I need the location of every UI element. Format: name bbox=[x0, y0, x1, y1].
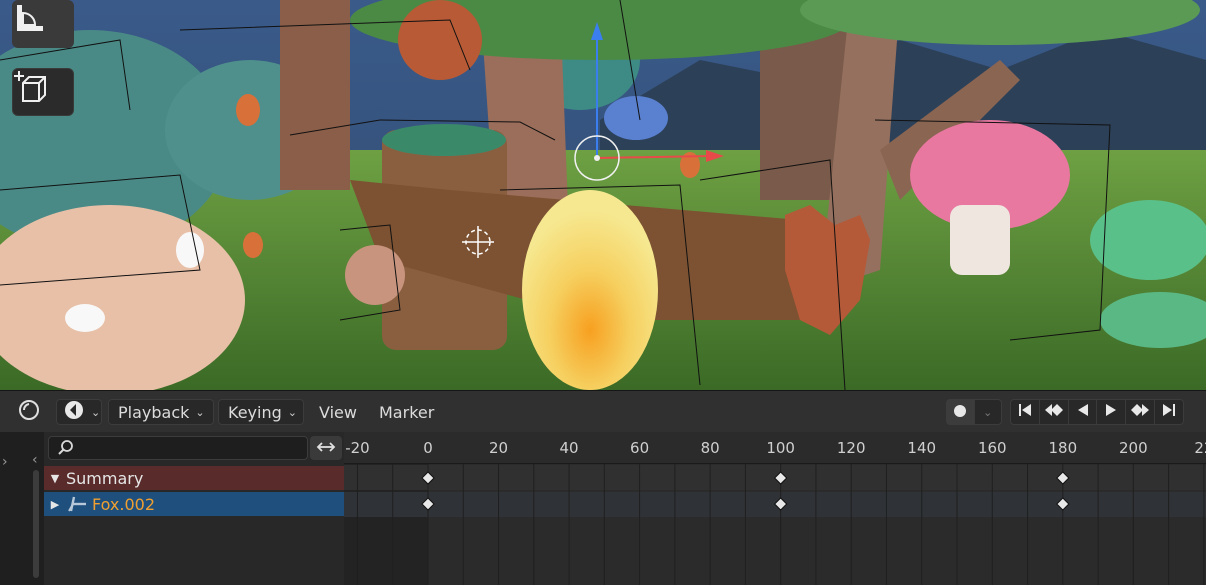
frame-tick-label: 140 bbox=[907, 439, 937, 457]
frame-tick-label: 80 bbox=[700, 439, 720, 457]
mode-selector[interactable]: ⌄ bbox=[56, 399, 102, 425]
record-dot-icon bbox=[953, 403, 967, 422]
frame-tick-label: 60 bbox=[630, 439, 650, 457]
region-toggle-strip: › ‹ bbox=[0, 432, 44, 585]
chevron-down-icon: ⌄ bbox=[195, 405, 205, 419]
marker-menu[interactable]: Marker bbox=[370, 399, 442, 425]
record-button[interactable] bbox=[947, 400, 975, 424]
view-menu[interactable]: View bbox=[310, 399, 366, 425]
dopesheet-clock-icon bbox=[18, 399, 40, 425]
frame-tick-label: 20 bbox=[488, 439, 509, 457]
3d-viewport[interactable] bbox=[0, 0, 1206, 390]
expand-right-icon[interactable]: ▶ bbox=[44, 498, 66, 511]
chevron-down-icon: ⌄ bbox=[91, 405, 101, 419]
view-menu-label: View bbox=[319, 402, 357, 422]
jump-end-button[interactable] bbox=[1155, 400, 1183, 424]
jump-start-icon bbox=[1017, 402, 1033, 422]
add-cube-tool-button[interactable] bbox=[12, 68, 74, 116]
frame-tick-label: 160 bbox=[977, 439, 1007, 457]
frame-tick-label: 40 bbox=[559, 439, 579, 457]
play-reverse-icon bbox=[1075, 402, 1091, 422]
viewport-scene bbox=[0, 0, 1206, 390]
jump-prev-keyframe-icon bbox=[1044, 402, 1064, 422]
playback-menu-label: Playback bbox=[118, 402, 190, 422]
search-icon bbox=[57, 439, 75, 461]
jump-end-icon bbox=[1161, 402, 1177, 422]
marker-menu-label: Marker bbox=[379, 402, 435, 422]
armature-icon bbox=[66, 495, 92, 513]
jump-next-keyframe-icon bbox=[1130, 402, 1150, 422]
action-mode-icon bbox=[63, 399, 85, 425]
object-label: Fox.002 bbox=[92, 494, 156, 514]
channel-object-row[interactable]: ▶ Fox.002 bbox=[44, 492, 344, 516]
jump-prev-keyframe-button[interactable] bbox=[1040, 400, 1069, 424]
swap-arrows-icon bbox=[315, 439, 337, 458]
chevron-down-icon: ⌄ bbox=[287, 405, 297, 419]
frame-tick-label: 120 bbox=[836, 439, 866, 457]
keyframe-grid bbox=[344, 464, 1206, 585]
channel-search-field[interactable] bbox=[48, 436, 308, 460]
channel-summary-row[interactable]: ▼ Summary bbox=[44, 466, 344, 490]
channel-scrollbar[interactable] bbox=[33, 470, 39, 578]
keying-menu[interactable]: Keying ⌄ bbox=[218, 399, 304, 425]
summary-label: Summary bbox=[66, 468, 144, 488]
frame-tick-label: -20 bbox=[345, 439, 370, 457]
frame-ruler[interactable]: -20 0 20 40 60 80 100 120 140 160 180 200 22 bbox=[344, 432, 1206, 464]
frame-tick-label: 100 bbox=[766, 439, 795, 457]
jump-next-keyframe-button[interactable] bbox=[1126, 400, 1156, 424]
frame-tick-label: 200 bbox=[1119, 439, 1148, 457]
frame-tick-label: 180 bbox=[1048, 439, 1078, 457]
play-reverse-button[interactable] bbox=[1069, 400, 1098, 424]
frame-tick-label: 22 bbox=[1194, 439, 1206, 457]
frame-tick-label: 0 bbox=[423, 439, 433, 457]
chevron-left-icon[interactable]: ‹ bbox=[32, 452, 38, 468]
chevron-down-icon: ⌄ bbox=[983, 405, 993, 419]
dopesheet-area[interactable] bbox=[344, 464, 1206, 585]
editor-type-button[interactable] bbox=[16, 399, 42, 425]
expand-down-icon[interactable]: ▼ bbox=[44, 472, 66, 485]
timeline-header: ⌄ Playback ⌄ Keying ⌄ View Marker ⌄ bbox=[0, 390, 1206, 432]
measure-tool-button[interactable] bbox=[12, 0, 74, 48]
jump-start-button[interactable] bbox=[1011, 400, 1040, 424]
auto-keying-options[interactable]: ⌄ bbox=[975, 400, 1002, 424]
keying-menu-label: Keying bbox=[228, 402, 282, 422]
playback-controls bbox=[1010, 399, 1184, 425]
channel-list: ▼ Summary ▶ Fox.002 bbox=[44, 432, 344, 585]
auto-keying-group: ⌄ bbox=[946, 399, 1002, 425]
playback-menu[interactable]: Playback ⌄ bbox=[108, 399, 214, 425]
play-button[interactable] bbox=[1097, 400, 1127, 424]
chevron-right-icon[interactable]: › bbox=[2, 454, 8, 470]
swap-filter-button[interactable] bbox=[310, 436, 342, 460]
play-icon bbox=[1103, 402, 1119, 422]
channel-search-input[interactable] bbox=[79, 439, 303, 459]
